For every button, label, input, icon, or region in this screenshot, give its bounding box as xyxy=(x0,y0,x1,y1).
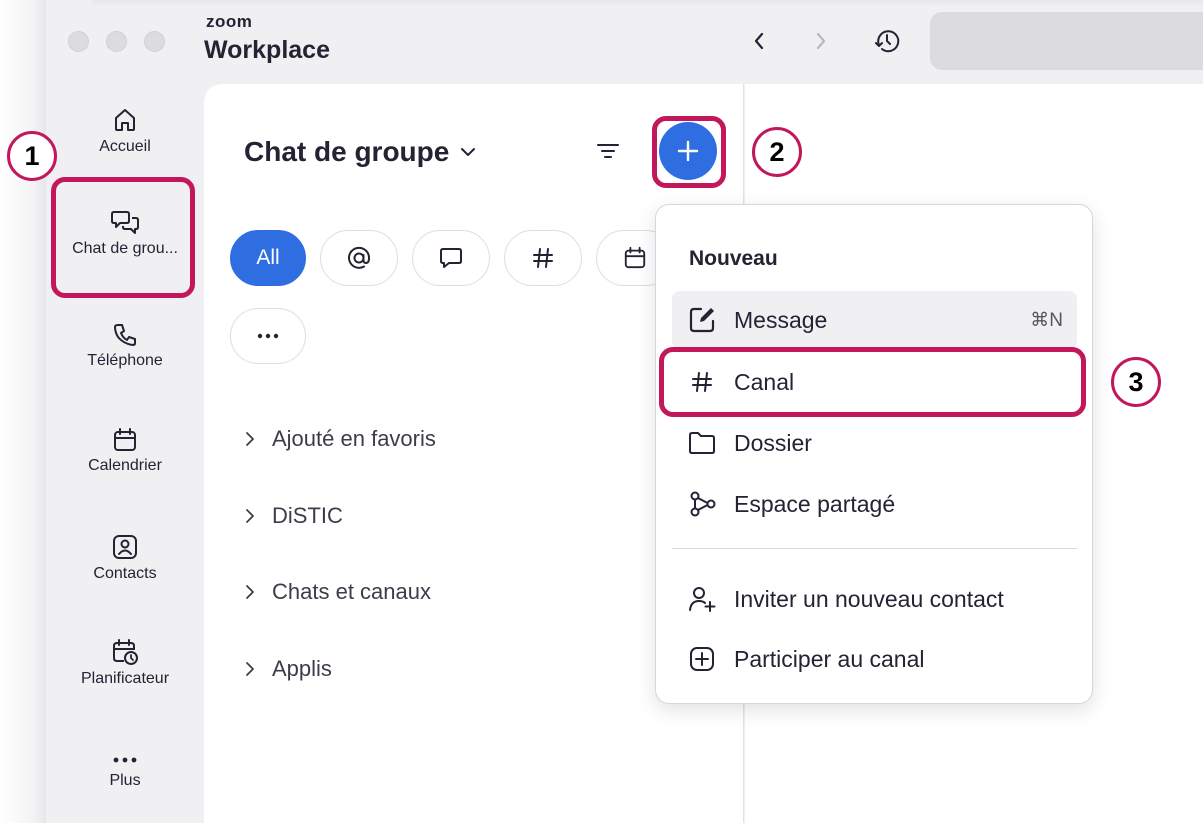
filter-chip-label: All xyxy=(256,246,280,269)
annotation-box-chat xyxy=(51,177,195,298)
more-dots-icon xyxy=(257,333,279,339)
section-label: Applis xyxy=(272,656,332,681)
window-close-button[interactable] xyxy=(68,31,89,52)
sidebar-item-label: Téléphone xyxy=(87,352,163,369)
sidebar-item-label: Calendrier xyxy=(88,457,162,474)
more-dots-icon xyxy=(113,757,137,763)
section-label: Chats et canaux xyxy=(272,579,431,604)
history-clock-icon xyxy=(875,30,900,53)
chat-bubble-icon xyxy=(440,248,462,268)
menu-item-dossier[interactable]: Dossier xyxy=(672,414,1077,472)
chevron-right-icon xyxy=(246,585,254,599)
window-minimize-button[interactable] xyxy=(106,31,127,52)
at-icon xyxy=(348,246,371,269)
section-distic[interactable]: DiSTIC xyxy=(244,503,343,529)
home-icon xyxy=(115,109,135,131)
brand-logo-workplace: Workplace xyxy=(204,36,330,64)
sidebar-item-accueil[interactable]: Accueil xyxy=(46,106,204,156)
brand-logo-small: zoom xyxy=(206,12,253,31)
annotation-box-new xyxy=(652,116,726,188)
hash-icon xyxy=(533,248,553,268)
section-label: Ajouté en favoris xyxy=(272,426,436,451)
sidebar-item-plus[interactable]: Plus xyxy=(46,752,204,790)
menu-item-label: Espace partagé xyxy=(734,490,896,517)
menu-title: Nouveau xyxy=(689,247,778,270)
filter-chip-channels[interactable] xyxy=(504,230,582,286)
sidebar-item-planificateur[interactable]: Planificateur xyxy=(46,638,204,688)
menu-item-label: Message xyxy=(734,306,828,333)
phone-icon xyxy=(114,324,136,346)
section-favoris[interactable]: Ajouté en favoris xyxy=(244,426,436,452)
new-menu: Nouveau Message ⌘N Canal Dossier Espace … xyxy=(655,204,1093,704)
annotation-badge-2: 2 xyxy=(752,127,802,177)
menu-item-label: Dossier xyxy=(734,429,812,456)
sidebar-item-label: Planificateur xyxy=(80,670,170,687)
panel-title: Chat de groupe xyxy=(244,136,450,167)
filter-chip-chats[interactable] xyxy=(412,230,490,286)
forward-button[interactable] xyxy=(806,26,836,56)
menu-item-inviter-contact[interactable]: Inviter un nouveau contact xyxy=(672,570,1077,628)
filter-chip-mentions[interactable] xyxy=(320,230,398,286)
menu-item-label: Inviter un nouveau contact xyxy=(734,585,1004,612)
menu-item-shortcut: ⌘N xyxy=(1030,309,1063,331)
chevron-right-icon xyxy=(246,509,254,523)
menu-item-label: Participer au canal xyxy=(734,645,925,672)
filter-icon[interactable] xyxy=(594,140,622,162)
sidebar-item-contacts[interactable]: Contacts xyxy=(46,533,204,583)
calendar-icon xyxy=(624,246,646,269)
history-button[interactable] xyxy=(872,26,902,56)
sidebar-item-label: Plus xyxy=(109,772,141,789)
sidebar-item-calendrier[interactable]: Calendrier xyxy=(46,427,204,475)
chevron-down-icon xyxy=(461,148,476,156)
window-zoom-button[interactable] xyxy=(144,31,165,52)
annotation-badge-3: 3 xyxy=(1111,357,1161,407)
chevron-right-icon xyxy=(246,662,254,676)
section-label: DiSTIC xyxy=(272,503,343,528)
sidebar-item-telephone[interactable]: Téléphone xyxy=(46,322,204,370)
sidebar-item-label: Contacts xyxy=(93,565,157,582)
annotation-box-canal xyxy=(659,347,1086,417)
menu-item-espace-partage[interactable]: Espace partagé xyxy=(672,475,1077,533)
add-person-icon xyxy=(689,587,716,612)
section-applis[interactable]: Applis xyxy=(244,656,332,682)
compose-icon xyxy=(689,307,715,333)
title-bar-shadow xyxy=(92,0,1203,6)
panel-title-dropdown[interactable]: Chat de groupe xyxy=(244,136,479,168)
filter-chip-more[interactable] xyxy=(230,308,306,364)
chevron-right-icon xyxy=(246,432,254,446)
sidebar-item-label: Accueil xyxy=(99,138,151,155)
window-edge xyxy=(0,0,46,823)
search-bar[interactable] xyxy=(930,12,1203,70)
menu-divider xyxy=(672,548,1077,549)
filter-chip-all[interactable]: All xyxy=(230,230,306,286)
back-button[interactable] xyxy=(744,26,774,56)
menu-item-message[interactable]: Message ⌘N xyxy=(672,291,1077,349)
contact-card-icon xyxy=(113,535,137,559)
annotation-badge-1: 1 xyxy=(7,131,57,181)
menu-item-participer-canal[interactable]: Participer au canal xyxy=(672,630,1077,688)
folder-icon xyxy=(689,432,715,454)
section-chats-canaux[interactable]: Chats et canaux xyxy=(244,579,431,605)
chevron-right-icon xyxy=(816,32,826,50)
calendar-icon xyxy=(114,428,136,451)
plus-square-icon xyxy=(690,647,714,671)
shared-space-icon xyxy=(690,491,716,517)
scheduler-icon xyxy=(113,639,138,665)
chevron-left-icon xyxy=(754,32,764,50)
